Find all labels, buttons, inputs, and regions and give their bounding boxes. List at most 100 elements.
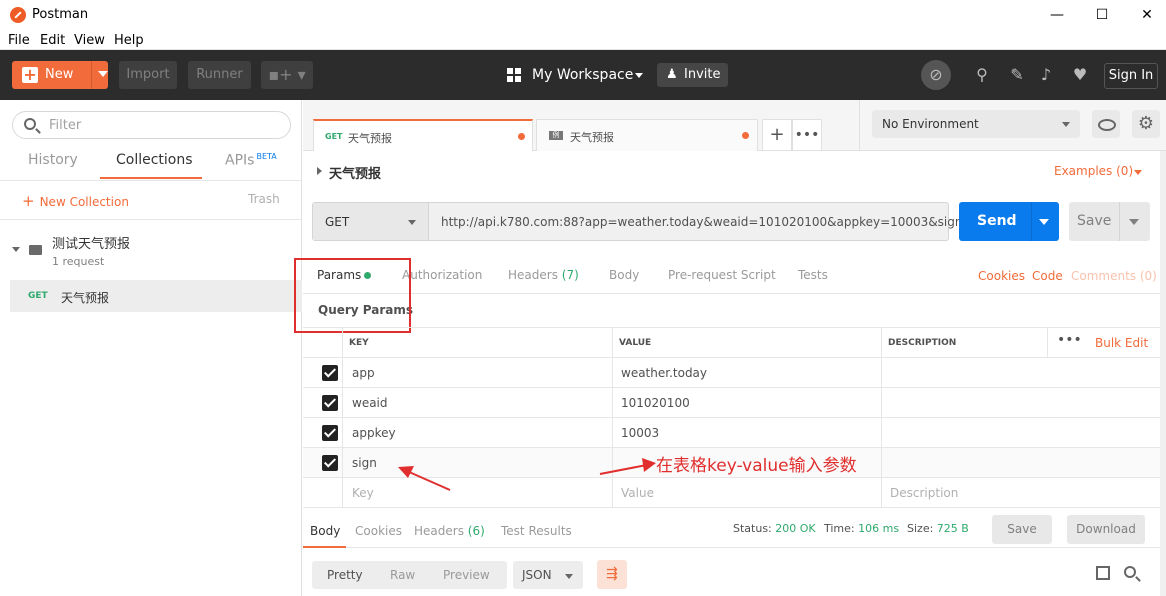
active-tab-indicator — [100, 177, 202, 179]
trash-link[interactable]: Trash — [248, 192, 280, 206]
invite-button[interactable]: ♟ Invite — [657, 63, 728, 87]
table-row: app weather.today — [303, 358, 1160, 388]
menu-view[interactable]: View — [74, 33, 105, 48]
url-input[interactable]: http://api.k780.com:88?app=weather.today… — [441, 215, 962, 229]
new-collection-button[interactable]: + New Collection — [22, 192, 129, 210]
collapse-caret-icon[interactable] — [317, 167, 322, 175]
param-key[interactable]: app — [352, 366, 375, 380]
more-tabs-button[interactable]: ••• — [792, 119, 822, 151]
send-label: Send — [977, 213, 1017, 229]
tab-response-headers-label: Headers — [414, 524, 464, 538]
description-placeholder[interactable]: Description — [890, 486, 958, 500]
row-checkbox[interactable] — [322, 455, 338, 471]
menu-file[interactable]: File — [8, 33, 30, 48]
param-key[interactable]: weaid — [352, 396, 388, 410]
more-options-icon[interactable]: ••• — [1057, 332, 1082, 348]
examples-dropdown[interactable]: Examples (0) — [1054, 164, 1133, 178]
sidebar-request-item[interactable]: GET 天气预报 — [10, 280, 302, 312]
search-icon — [24, 118, 36, 130]
satellite-icon[interactable]: ⚲ — [971, 64, 993, 86]
workspace-chevron-icon[interactable] — [635, 73, 643, 78]
row-checkbox[interactable] — [322, 365, 338, 381]
request-title[interactable]: 天气预报 — [329, 163, 381, 182]
row-checkbox[interactable] — [322, 395, 338, 411]
time-label: Time: — [824, 522, 855, 535]
bell-icon[interactable]: ♪ — [1035, 64, 1057, 86]
language-select[interactable]: JSON — [513, 561, 583, 589]
workspace-selector[interactable]: My Workspace — [532, 67, 633, 83]
heart-icon[interactable]: ♥ — [1069, 64, 1091, 86]
gear-icon[interactable]: ⚙ — [1132, 110, 1160, 138]
download-button[interactable]: Download — [1067, 515, 1145, 544]
collection-name[interactable]: 测试天气预报 — [52, 233, 130, 252]
sync-off-icon[interactable]: ⊘ — [921, 60, 951, 90]
minimize-button[interactable]: — — [1042, 4, 1072, 26]
tab-test-results[interactable]: Test Results — [501, 524, 572, 538]
chevron-down-icon[interactable] — [1129, 219, 1139, 225]
app-header: + New Import Runner ▪+ ▾ My Workspace ♟ … — [0, 50, 1166, 100]
request-tab[interactable]: 例 天气预报 — [536, 119, 758, 151]
collection-request-count: 1 request — [52, 255, 105, 268]
wrench-icon[interactable]: ✎ — [1006, 64, 1028, 86]
unsaved-dot-icon — [518, 133, 525, 140]
send-button[interactable]: Send — [959, 202, 1059, 241]
collapse-caret-icon[interactable] — [12, 247, 20, 252]
param-value[interactable]: 101020100 — [621, 396, 690, 410]
format-raw[interactable]: Raw — [390, 568, 415, 582]
time-readout: Time: 106 ms — [824, 522, 899, 535]
param-value[interactable]: weather.today — [621, 366, 707, 380]
menu-edit[interactable]: Edit — [40, 33, 65, 48]
beta-badge: BETA — [256, 152, 277, 161]
method-select[interactable]: GET — [313, 203, 429, 240]
maximize-button[interactable]: ☐ — [1087, 4, 1117, 26]
bulk-edit-link[interactable]: Bulk Edit — [1095, 336, 1148, 350]
wrap-lines-icon[interactable]: ⇶ — [597, 560, 627, 589]
tab-response-cookies[interactable]: Cookies — [355, 524, 402, 538]
scrollbar[interactable] — [1160, 151, 1166, 596]
chevron-down-icon[interactable] — [1039, 219, 1049, 225]
filter-input[interactable]: Filter — [12, 111, 291, 139]
request-tab-active[interactable]: GET 天气预报 — [313, 119, 533, 151]
import-button[interactable]: Import — [119, 61, 177, 89]
param-key[interactable]: sign — [352, 456, 377, 470]
cookies-link[interactable]: Cookies — [978, 269, 1025, 283]
tab-response-headers[interactable]: Headers (6) — [414, 524, 485, 538]
row-checkbox[interactable] — [322, 425, 338, 441]
tab-response-body[interactable]: Body — [310, 524, 340, 538]
tab-headers[interactable]: Headers (7) — [508, 268, 579, 282]
tab-apis[interactable]: APIs BETA — [225, 152, 277, 169]
tab-collections[interactable]: Collections — [116, 152, 193, 168]
new-button[interactable]: + New — [12, 61, 108, 89]
tab-pre-request-script[interactable]: Pre-request Script — [668, 268, 776, 282]
chevron-down-icon[interactable] — [98, 71, 108, 77]
tab-body[interactable]: Body — [609, 268, 639, 282]
sign-in-button[interactable]: Sign In — [1104, 63, 1158, 89]
copy-icon[interactable] — [1096, 566, 1110, 580]
chevron-down-icon[interactable] — [1134, 170, 1142, 175]
eye-icon[interactable] — [1092, 110, 1120, 138]
param-value[interactable]: 10003 — [621, 426, 659, 440]
chevron-down-icon — [1062, 122, 1070, 127]
folder-icon — [29, 245, 42, 255]
environment-select[interactable]: No Environment — [872, 110, 1080, 138]
save-response-button[interactable]: Save — [992, 515, 1052, 544]
close-window-button[interactable]: ✕ — [1132, 4, 1162, 26]
add-tab-button[interactable]: + — [762, 119, 792, 151]
tab-name: 天气预报 — [570, 131, 614, 144]
runner-button[interactable]: Runner — [188, 61, 251, 89]
comments-link[interactable]: Comments (0) — [1071, 269, 1157, 283]
tab-tests[interactable]: Tests — [798, 268, 828, 282]
key-placeholder[interactable]: Key — [352, 486, 374, 500]
menu-help[interactable]: Help — [114, 33, 144, 48]
column-divider — [342, 327, 343, 508]
tab-authorization[interactable]: Authorization — [402, 268, 482, 282]
code-link[interactable]: Code — [1032, 269, 1063, 283]
format-preview[interactable]: Preview — [443, 568, 490, 582]
window-title: Postman — [32, 7, 89, 22]
format-pretty[interactable]: Pretty — [327, 568, 363, 582]
param-key[interactable]: appkey — [352, 426, 396, 440]
new-window-button[interactable]: ▪+ ▾ — [261, 61, 313, 89]
search-icon[interactable] — [1124, 566, 1136, 578]
save-button[interactable]: Save — [1069, 202, 1150, 241]
tab-history[interactable]: History — [28, 152, 78, 168]
